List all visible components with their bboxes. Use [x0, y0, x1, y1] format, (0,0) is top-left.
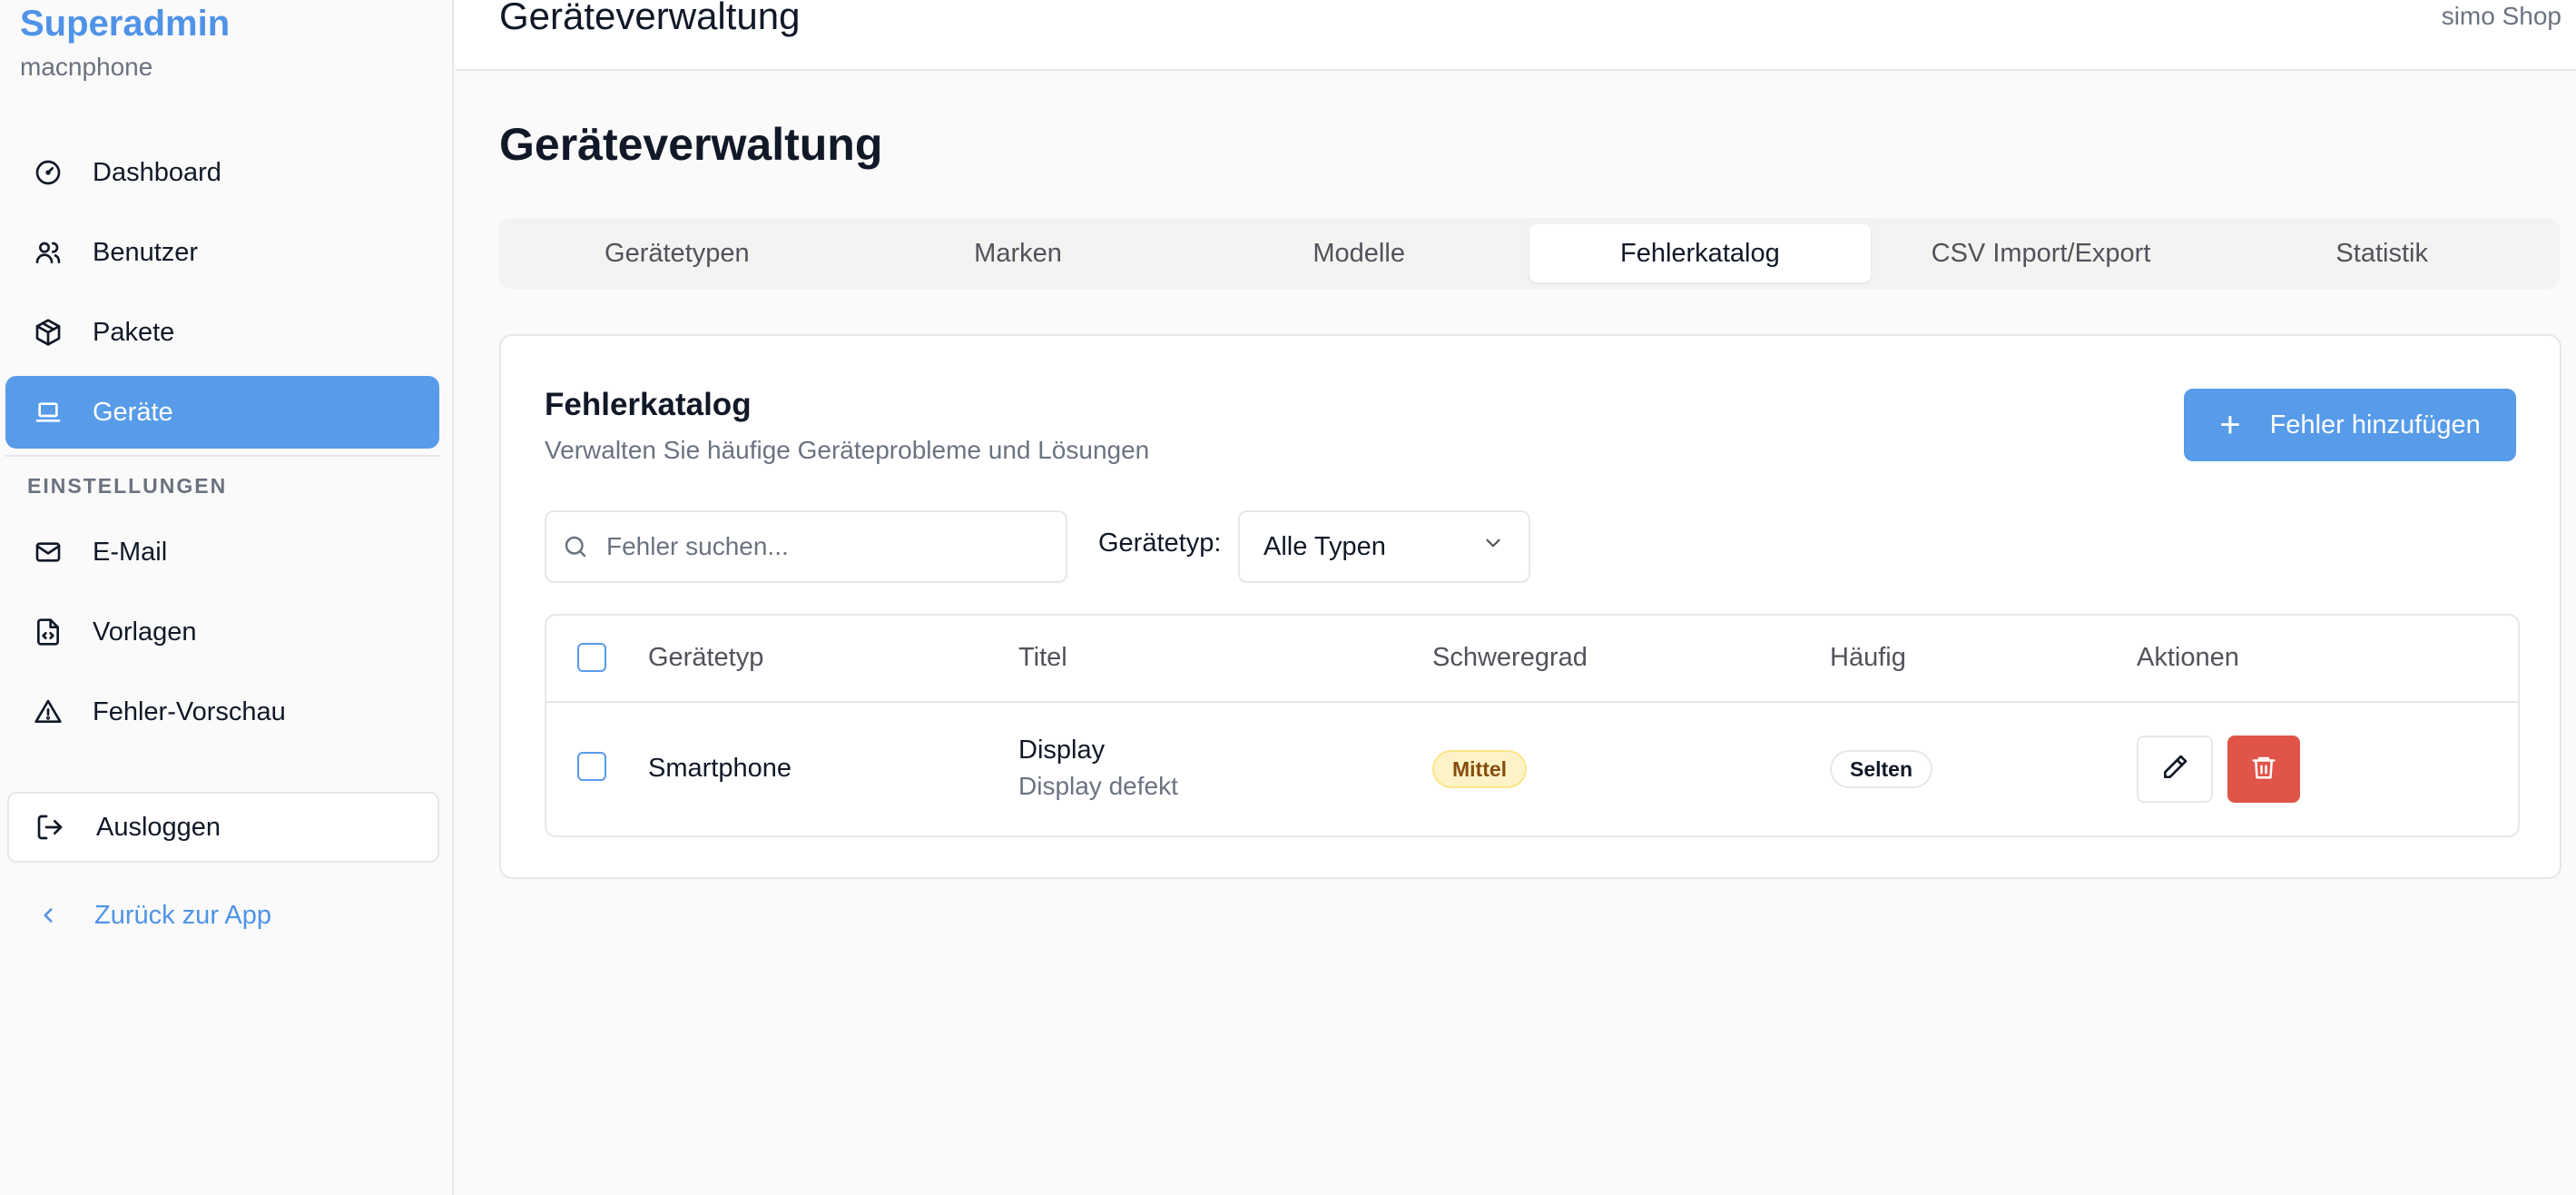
plus-icon: + [2219, 405, 2241, 445]
sidebar-item-label: Fehler-Vorschau [93, 696, 286, 726]
card-title: Fehlerkatalog [545, 387, 752, 422]
sidebar-item-templates[interactable]: Vorlagen [5, 596, 439, 668]
users-icon [33, 237, 64, 268]
sidebar-item-label: Geräte [93, 397, 173, 427]
column-header-actions: Aktionen [2137, 643, 2239, 672]
row-select-checkbox[interactable] [577, 752, 606, 781]
frequency-badge: Selten [1830, 750, 1933, 788]
brand-subtitle: macnphone [20, 53, 153, 81]
mail-icon [33, 537, 64, 568]
back-to-app-link[interactable]: Zurück zur App [7, 881, 271, 950]
severity-badge: Mittel [1432, 750, 1528, 788]
search-input[interactable] [606, 532, 1042, 561]
shop-name[interactable]: simo Shop [2442, 2, 2561, 31]
table-header: Gerätetyp Titel Schweregrad Häufig Aktio… [546, 616, 2518, 703]
sidebar-item-email[interactable]: E-Mail [5, 516, 439, 588]
tab-error-catalog[interactable]: Fehlerkatalog [1529, 224, 1871, 282]
page-title: Geräteverwaltung [499, 119, 883, 170]
sidebar-item-error-preview[interactable]: Fehler-Vorschau [5, 676, 439, 748]
add-error-button[interactable]: + Fehler hinzufügen [2184, 389, 2516, 461]
topbar: Geräteverwaltung simo Shop [456, 0, 2576, 71]
tab-statistics[interactable]: Statistik [2211, 224, 2552, 282]
search-icon [561, 532, 590, 561]
sidebar-item-label: E-Mail [93, 537, 168, 567]
column-header-title[interactable]: Titel [1018, 643, 1067, 673]
sidebar-section-label: EINSTELLUNGEN [27, 474, 228, 498]
card-subtitle: Verwalten Sie häufige Geräteprobleme und… [545, 436, 1150, 464]
logout-label: Ausloggen [96, 812, 221, 842]
package-icon [33, 317, 64, 348]
tab-brands[interactable]: Marken [848, 224, 1189, 282]
gauge-icon [33, 157, 64, 188]
device-type-select[interactable]: Alle Typen [1238, 510, 1530, 583]
select-all-checkbox[interactable] [577, 643, 606, 672]
logout-icon [34, 812, 65, 843]
error-catalog-card: Fehlerkatalog Verwalten Sie häufige Gerä… [499, 334, 2561, 879]
brand-title: Superadmin [20, 4, 231, 44]
delete-button[interactable] [2227, 736, 2300, 803]
sidebar-divider [5, 455, 439, 457]
trash-icon [2250, 754, 2277, 785]
file-code-icon [33, 617, 64, 647]
search-box [545, 510, 1067, 583]
sidebar-item-label: Dashboard [93, 157, 221, 187]
pencil-icon [2160, 753, 2189, 786]
sidebar-item-label: Vorlagen [93, 617, 197, 647]
tabs-bar: Gerätetypen Marken Modelle Fehlerkatalog… [499, 218, 2560, 289]
tab-device-types[interactable]: Gerätetypen [506, 224, 848, 282]
tab-models[interactable]: Modelle [1188, 224, 1529, 282]
row-description: Display defekt [1018, 772, 1178, 800]
chevron-left-icon [33, 900, 64, 931]
sidebar: Superadmin macnphone Dashboard Benutzer … [0, 0, 454, 1195]
error-table: Gerätetyp Titel Schweregrad Häufig Aktio… [545, 614, 2520, 837]
sidebar-item-label: Pakete [93, 317, 175, 347]
sidebar-item-packages[interactable]: Pakete [5, 296, 439, 369]
column-header-severity[interactable]: Schweregrad [1432, 643, 1588, 673]
chevron-down-icon [1481, 531, 1505, 562]
sidebar-item-users[interactable]: Benutzer [5, 216, 439, 289]
back-to-app-label: Zurück zur App [94, 900, 272, 930]
tab-csv-import-export[interactable]: CSV Import/Export [1871, 224, 2212, 282]
table-row: Smartphone Display Display defekt Mittel… [546, 703, 2518, 835]
device-type-select-value: Alle Typen [1263, 531, 1386, 561]
sidebar-item-devices[interactable]: Geräte [5, 376, 439, 449]
topbar-title: Geräteverwaltung [499, 0, 801, 37]
edit-button[interactable] [2137, 736, 2213, 803]
add-error-label: Fehler hinzufügen [2269, 410, 2481, 439]
column-header-frequency[interactable]: Häufig [1830, 643, 1906, 673]
column-header-device-type[interactable]: Gerätetyp [648, 643, 763, 673]
alert-triangle-icon [33, 696, 64, 727]
sidebar-item-label: Benutzer [93, 237, 199, 267]
sidebar-item-dashboard[interactable]: Dashboard [5, 136, 439, 209]
row-title: Display [1018, 736, 1106, 765]
row-device-type: Smartphone [648, 754, 791, 783]
device-type-filter-label: Gerätetyp: [1098, 528, 1222, 558]
laptop-icon [33, 397, 64, 428]
logout-button[interactable]: Ausloggen [7, 792, 439, 863]
